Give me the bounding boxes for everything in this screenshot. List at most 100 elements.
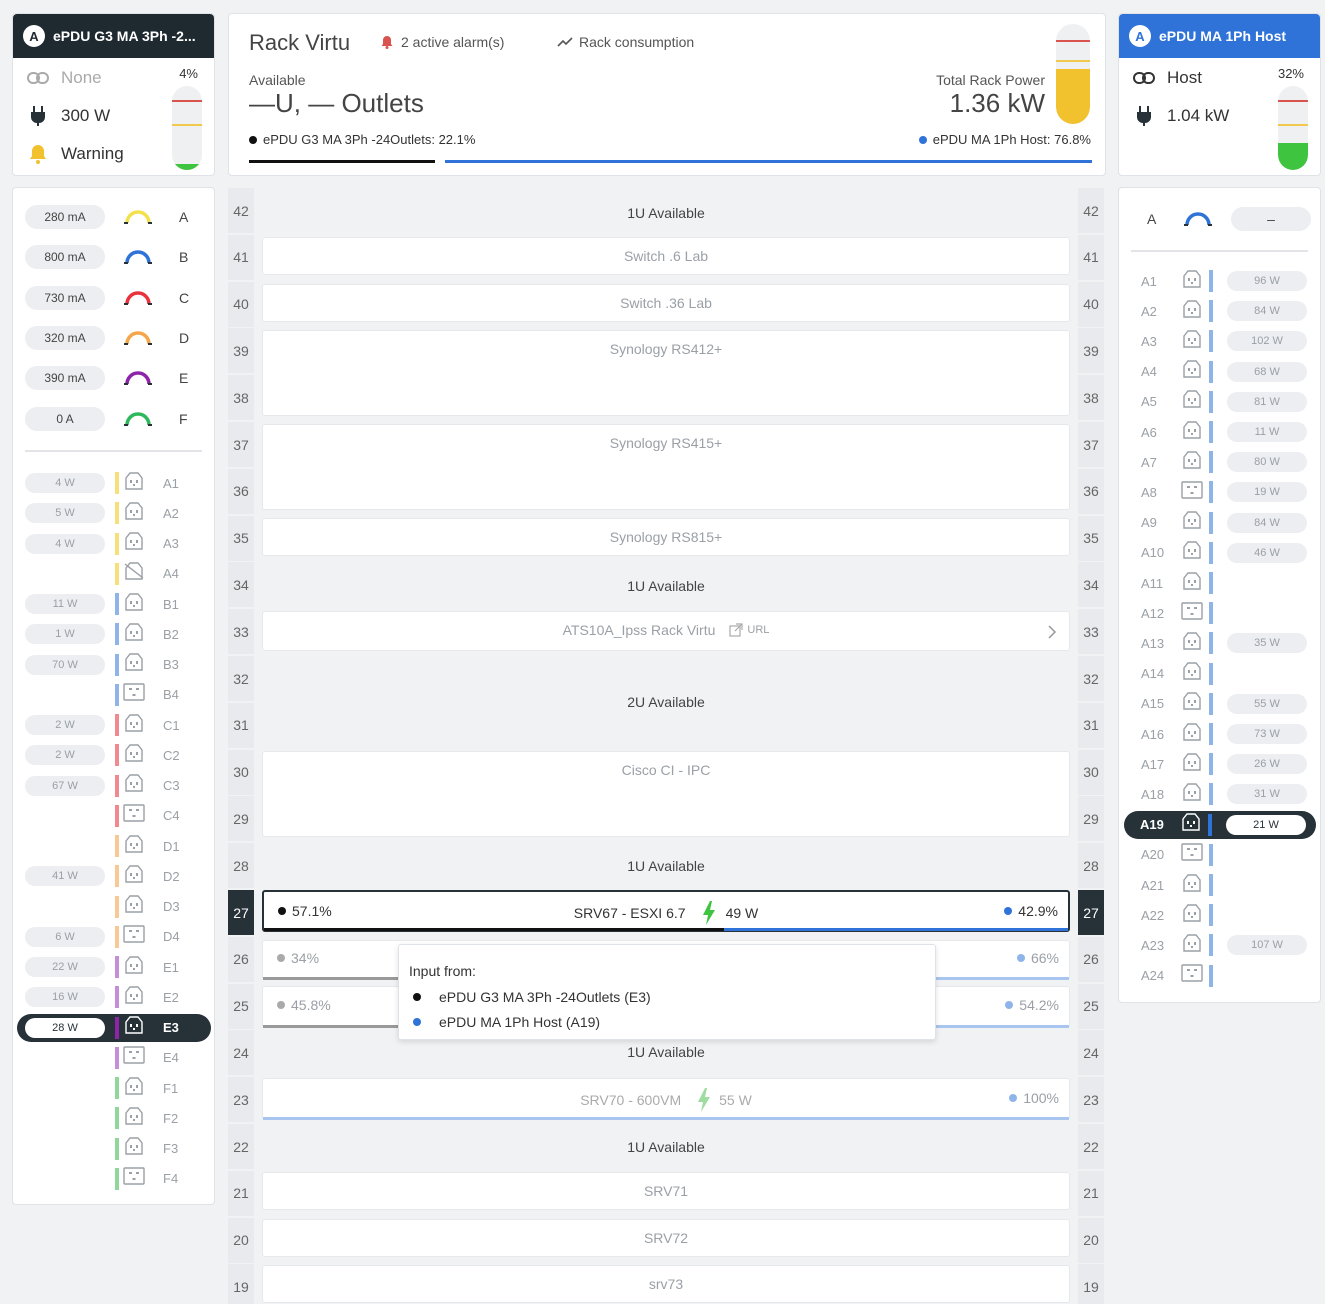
rack-device[interactable]: Synology RS415+: [262, 424, 1070, 510]
outlet-row[interactable]: 2 W C2: [21, 741, 207, 769]
outlet-row[interactable]: A17 26 W: [1131, 750, 1311, 778]
outlet-row[interactable]: F2: [21, 1104, 207, 1132]
rack-device[interactable]: SRV72: [262, 1219, 1070, 1257]
outlet-row[interactable]: D1: [21, 832, 207, 860]
outlet-row[interactable]: 28 W E3: [17, 1013, 211, 1042]
device-name: srv73: [648, 1276, 684, 1292]
outlet-row[interactable]: 11 W B1: [21, 590, 207, 618]
outlet-row[interactable]: F4: [21, 1165, 207, 1193]
outlet-row[interactable]: A5 81 W: [1131, 388, 1311, 416]
outlet-icon: [1181, 903, 1203, 927]
tooltip-row: ePDU MA 1Ph Host (A19): [413, 1014, 600, 1030]
outlet-row[interactable]: A15 55 W: [1131, 690, 1311, 718]
outlet-row[interactable]: 5 W A2: [21, 499, 207, 527]
rack-alarm-link[interactable]: 2 active alarm(s): [381, 34, 504, 50]
outlet-row[interactable]: 70 W B3: [21, 651, 207, 679]
rack-unit-number: 23: [228, 1077, 254, 1123]
outlet-row[interactable]: 67 W C3: [21, 772, 207, 800]
rack-consumption-link[interactable]: Rack consumption: [557, 34, 694, 50]
divider: [25, 450, 202, 452]
phase-arc-icon: [1184, 212, 1212, 226]
outlet-row[interactable]: A4: [21, 560, 207, 588]
outlet-label: B4: [163, 687, 179, 703]
outlet-label: E4: [163, 1050, 179, 1066]
rack-device[interactable]: SRV70 - 600VM 55 W 100%: [262, 1078, 1070, 1120]
device-url-link[interactable]: URL: [747, 624, 769, 636]
outlet-power: 5 W: [25, 503, 105, 524]
outlet-row[interactable]: A22: [1131, 901, 1311, 929]
outlet-row[interactable]: A19 21 W: [1124, 810, 1316, 839]
rack-available-slot[interactable]: 1U Available: [262, 205, 1070, 227]
outlet-row[interactable]: A24: [1131, 962, 1311, 990]
rack-device-selected[interactable]: 57.1% SRV67 - ESXI 6.7 49 W 42.9%: [262, 890, 1070, 932]
phase-row[interactable]: 0 A F: [25, 405, 188, 433]
rack-device[interactable]: Cisco CI - IPC: [262, 751, 1070, 837]
outlet-label: A10: [1141, 545, 1165, 561]
tooltip-line: ePDU MA 1Ph Host (A19): [439, 1014, 601, 1030]
outlet-row[interactable]: D3: [21, 893, 207, 921]
outlet-row[interactable]: A18 31 W: [1131, 780, 1311, 808]
rack-unit-number: 37: [1078, 422, 1104, 467]
rack-device[interactable]: Synology RS412+: [262, 330, 1070, 416]
outlet-row[interactable]: A8 19 W: [1131, 478, 1311, 506]
outlet-row[interactable]: A12: [1131, 599, 1311, 627]
phase-row[interactable]: 390 mA E: [25, 364, 188, 392]
chevron-right-icon[interactable]: [1047, 625, 1057, 639]
outlet-row[interactable]: A6 11 W: [1131, 418, 1311, 446]
outlet-row[interactable]: A9 84 W: [1131, 509, 1311, 537]
rack-available-slot[interactable]: 1U Available: [262, 578, 1070, 600]
outlet-row[interactable]: 22 W E1: [21, 953, 207, 981]
outlet-row[interactable]: A23 107 W: [1131, 931, 1311, 959]
outlet-row[interactable]: A14: [1131, 660, 1311, 688]
rack-device[interactable]: srv73: [262, 1265, 1070, 1303]
rack-device[interactable]: Synology RS815+: [262, 518, 1070, 556]
rack-unit-number: 40: [1078, 281, 1104, 327]
outlet-row[interactable]: 16 W E2: [21, 983, 207, 1011]
phase-row[interactable]: 730 mA C: [25, 284, 189, 312]
outlet-row[interactable]: 1 W B2: [21, 620, 207, 648]
rack-device[interactable]: Switch .36 Lab: [262, 284, 1070, 322]
outlet-power: 84 W: [1227, 301, 1307, 322]
rack-available-slot[interactable]: 1U Available: [262, 1044, 1070, 1066]
outlet-row[interactable]: A16 73 W: [1131, 720, 1311, 748]
right-pdu-header[interactable]: A ePDU MA 1Ph Host: [1119, 14, 1320, 58]
outlet-row[interactable]: A10 46 W: [1131, 539, 1311, 567]
outlet-phase-bar: [1209, 330, 1213, 353]
outlet-row[interactable]: 4 W A1: [21, 469, 207, 497]
rack-device-ats[interactable]: ATS10A_Ipss Rack Virtu URL: [262, 611, 1070, 651]
external-link-icon[interactable]: [729, 623, 743, 637]
left-pdu-header[interactable]: A ePDU G3 MA 3Ph -2...: [13, 14, 214, 58]
outlet-row[interactable]: A11: [1131, 569, 1311, 597]
outlet-row[interactable]: A1 96 W: [1131, 267, 1311, 295]
device-power: 49 W: [725, 905, 759, 921]
outlet-row[interactable]: A7 80 W: [1131, 448, 1311, 476]
outlet-row[interactable]: 2 W C1: [21, 711, 207, 739]
outlet-icon: [123, 1076, 145, 1100]
outlet-row[interactable]: 41 W D2: [21, 862, 207, 890]
rack-device[interactable]: SRV71: [262, 1172, 1070, 1210]
phase-row[interactable]: 320 mA D: [25, 324, 189, 352]
outlet-row[interactable]: A3 102 W: [1131, 327, 1311, 355]
outlet-power: 11 W: [25, 594, 105, 614]
outlet-row[interactable]: F3: [21, 1135, 207, 1163]
rack-available-slot[interactable]: 1U Available: [262, 858, 1070, 880]
outlet-phase-bar: [115, 956, 119, 978]
outlet-row[interactable]: A4 68 W: [1131, 358, 1311, 386]
outlet-row[interactable]: 4 W A3: [21, 530, 207, 558]
outlet-row[interactable]: E4: [21, 1044, 207, 1072]
rack-unit-number: 20: [1078, 1217, 1104, 1263]
rack-available-slot[interactable]: 2U Available: [262, 694, 1070, 716]
outlet-row[interactable]: F1: [21, 1074, 207, 1102]
rack-available-slot[interactable]: 1U Available: [262, 1139, 1070, 1161]
outlet-row[interactable]: 6 W D4: [21, 923, 207, 951]
phase-row[interactable]: 280 mA A: [25, 203, 188, 231]
outlet-label: E3: [163, 1020, 179, 1035]
outlet-row[interactable]: B4: [21, 681, 207, 709]
outlet-row[interactable]: A13 35 W: [1131, 629, 1311, 657]
outlet-row[interactable]: C4: [21, 802, 207, 830]
outlet-row[interactable]: A21: [1131, 871, 1311, 899]
outlet-row[interactable]: A20: [1131, 841, 1311, 869]
phase-row[interactable]: 800 mA B: [25, 243, 188, 271]
outlet-row[interactable]: A2 84 W: [1131, 297, 1311, 325]
rack-device[interactable]: Switch .6 Lab: [262, 237, 1070, 275]
